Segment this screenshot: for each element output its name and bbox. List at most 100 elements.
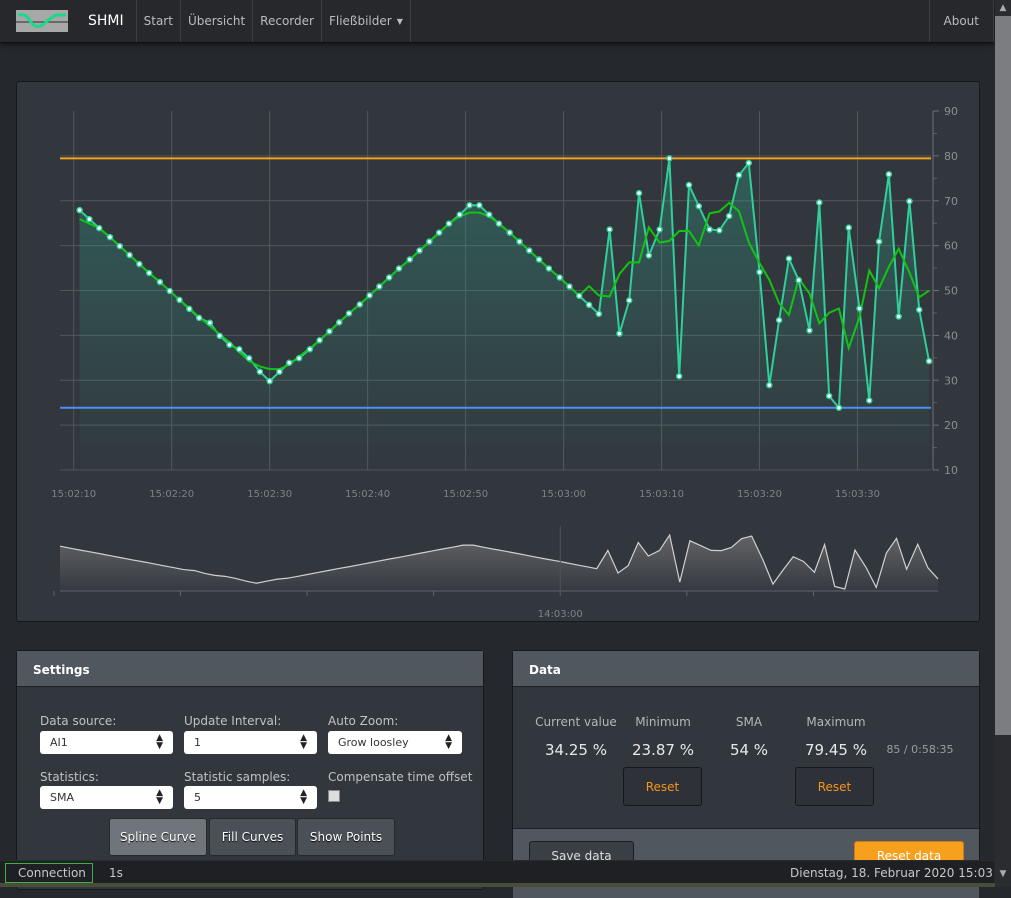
data-point <box>716 227 723 234</box>
trend-chart[interactable]: 10 20 30 40 50 60 70 80 90 15:02:10 15:02:20 15:02:… <box>17 82 981 623</box>
data-point <box>516 238 523 245</box>
data-point <box>866 397 873 404</box>
updown-icon: ▲ ▼ <box>445 733 452 751</box>
data-point <box>445 220 453 227</box>
updown-icon: ▲ ▼ <box>156 733 163 751</box>
data-source-value: AI1 <box>50 736 68 749</box>
nav-start[interactable]: Start <box>137 0 181 42</box>
reset-maximum-button[interactable]: Reset <box>795 767 874 806</box>
data-point <box>635 189 643 197</box>
y-tick-label: 60 <box>944 240 958 253</box>
fill-curves-button[interactable]: Fill Curves <box>209 818 296 856</box>
scrollbar-thumb[interactable] <box>995 16 1011 735</box>
samples-value: 5 <box>194 791 201 804</box>
data-point <box>576 292 583 300</box>
data-point <box>816 199 823 206</box>
data-point <box>925 357 933 365</box>
updown-icon: ▲ ▼ <box>156 788 163 806</box>
data-point <box>806 327 813 334</box>
y-tick-label: 20 <box>944 419 958 432</box>
data-point <box>385 274 393 281</box>
data-point <box>906 197 913 205</box>
data-point <box>695 202 703 210</box>
data-point <box>276 368 283 375</box>
data-point <box>585 301 593 309</box>
data-source-select[interactable]: AI1 ▲ ▼ <box>40 731 173 754</box>
data-point <box>835 404 843 412</box>
data-point <box>316 337 323 344</box>
y-tick-label: 80 <box>944 150 958 163</box>
data-point <box>885 171 893 178</box>
minimum-value: 23.87 % <box>632 741 694 759</box>
show-points-button[interactable]: Show Points <box>297 818 395 856</box>
update-interval-select[interactable]: 1 ▲ ▼ <box>184 731 317 754</box>
data-source-label: Data source: <box>40 714 117 728</box>
shmi-logo-icon[interactable] <box>16 0 68 42</box>
data-point <box>825 392 833 400</box>
data-point <box>656 226 663 233</box>
scroll-down-icon[interactable]: ▼ <box>995 866 1011 882</box>
data-panel: Data Current value 34.25 % Minimum 23.87… <box>512 650 980 898</box>
data-point <box>86 215 93 223</box>
data-point <box>915 306 923 314</box>
current-value-label: Current value <box>535 715 617 729</box>
scrollbar[interactable]: ▲ ▼ <box>995 0 1011 887</box>
nav-uebersicht[interactable]: Übersicht <box>181 0 254 42</box>
update-interval-label: Update Interval: <box>184 714 282 728</box>
data-point <box>236 346 243 353</box>
x-tick-label: 15:02:20 <box>149 489 194 500</box>
connection-status[interactable]: Connection <box>5 863 93 883</box>
x-tick-label: 15:03:30 <box>835 489 880 500</box>
minimum-label: Minimum <box>635 715 691 729</box>
data-point <box>545 265 553 272</box>
nav-about[interactable]: About <box>928 0 994 42</box>
data-point <box>366 292 373 299</box>
data-point <box>685 181 693 189</box>
y-tick-label: 70 <box>944 195 958 208</box>
data-point <box>526 247 533 254</box>
chart-panel: 10 20 30 40 50 60 70 80 90 15:02:10 15:02:20 15:02:… <box>16 81 980 622</box>
data-point <box>856 305 863 312</box>
data-point <box>406 256 414 263</box>
data-point <box>356 301 364 308</box>
data-point <box>145 269 153 277</box>
data-point <box>595 310 603 318</box>
statistics-select[interactable]: SMA ▲ ▼ <box>40 786 173 809</box>
data-point <box>706 226 713 233</box>
data-point <box>345 310 353 317</box>
data-point <box>136 260 143 268</box>
data-point <box>106 233 114 241</box>
scroll-up-icon[interactable]: ▲ <box>995 0 1011 16</box>
data-point <box>675 372 683 380</box>
maximum-label: Maximum <box>806 715 866 729</box>
data-point <box>495 220 503 227</box>
data-point <box>395 265 403 272</box>
samples-select[interactable]: 5 ▲ ▼ <box>184 786 317 809</box>
data-point <box>335 319 343 326</box>
x-tick-label: 15:02:40 <box>345 489 390 500</box>
data-point <box>895 313 902 320</box>
navigator-label: 14:03:00 <box>538 609 583 620</box>
settings-title: Settings <box>17 651 483 687</box>
reset-minimum-button[interactable]: Reset <box>623 767 702 806</box>
data-point <box>245 355 253 362</box>
data-point <box>186 305 193 313</box>
data-point <box>756 268 763 276</box>
y-tick-label: 90 <box>944 105 958 118</box>
y-tick-label: 50 <box>944 285 958 298</box>
compensate-checkbox[interactable] <box>328 790 340 802</box>
nav-recorder[interactable]: Recorder <box>253 0 322 42</box>
sample-count: 85 / 0:58:35 <box>886 743 954 756</box>
nav-fliessbilder-dropdown[interactable]: Fließbilder ▼ <box>322 0 411 42</box>
x-tick-label: 15:02:10 <box>51 489 96 500</box>
data-point <box>156 278 164 286</box>
data-point <box>625 297 633 304</box>
update-interval-value: 1 <box>194 736 201 749</box>
brand[interactable]: SHMI <box>68 0 137 42</box>
caret-down-icon: ▼ <box>396 16 403 26</box>
auto-zoom-select[interactable]: Grow loosley ▲ ▼ <box>328 731 462 754</box>
update-interval-status: 1s <box>109 866 123 880</box>
data-point <box>326 328 333 335</box>
data-point <box>725 212 733 220</box>
spline-curve-button[interactable]: Spline Curve <box>109 818 207 856</box>
